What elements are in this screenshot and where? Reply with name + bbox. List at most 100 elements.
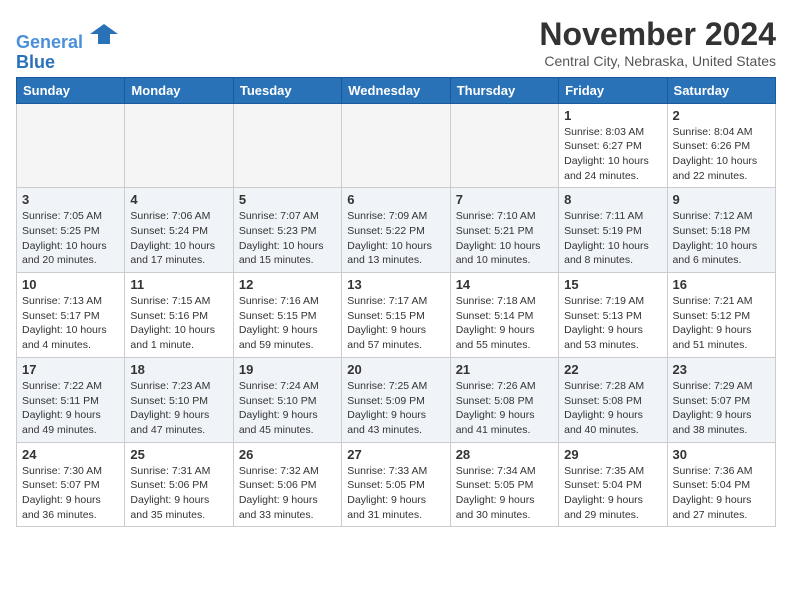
calendar-cell: 20 Sunrise: 7:25 AMSunset: 5:09 PMDayligh… xyxy=(342,357,450,442)
calendar-cell: 6 Sunrise: 7:09 AMSunset: 5:22 PMDaylight… xyxy=(342,188,450,273)
weekday-header-friday: Friday xyxy=(559,77,667,103)
day-info: Sunrise: 7:26 AMSunset: 5:08 PMDaylight:… xyxy=(456,379,553,438)
weekday-header-tuesday: Tuesday xyxy=(233,77,341,103)
day-number: 6 xyxy=(347,192,444,207)
day-info: Sunrise: 7:33 AMSunset: 5:05 PMDaylight:… xyxy=(347,464,444,523)
calendar-cell: 30 Sunrise: 7:36 AMSunset: 5:04 PMDayligh… xyxy=(667,442,775,527)
calendar-cell xyxy=(233,103,341,188)
day-info: Sunrise: 7:23 AMSunset: 5:10 PMDaylight:… xyxy=(130,379,227,438)
calendar-cell: 11 Sunrise: 7:15 AMSunset: 5:16 PMDayligh… xyxy=(125,273,233,358)
day-number: 27 xyxy=(347,447,444,462)
day-info: Sunrise: 7:15 AMSunset: 5:16 PMDaylight:… xyxy=(130,294,227,353)
day-info: Sunrise: 7:32 AMSunset: 5:06 PMDaylight:… xyxy=(239,464,336,523)
week-row-5: 24 Sunrise: 7:30 AMSunset: 5:07 PMDayligh… xyxy=(17,442,776,527)
day-number: 5 xyxy=(239,192,336,207)
day-number: 7 xyxy=(456,192,553,207)
day-number: 9 xyxy=(673,192,770,207)
day-info: Sunrise: 7:06 AMSunset: 5:24 PMDaylight:… xyxy=(130,209,227,268)
day-number: 3 xyxy=(22,192,119,207)
weekday-header-sunday: Sunday xyxy=(17,77,125,103)
calendar-cell: 17Sunrise: 7:22 AMSunset: 5:11 PMDayligh… xyxy=(17,357,125,442)
calendar-cell: 21 Sunrise: 7:26 AMSunset: 5:08 PMDayligh… xyxy=(450,357,558,442)
day-info: Sunrise: 7:09 AMSunset: 5:22 PMDaylight:… xyxy=(347,209,444,268)
weekday-header-monday: Monday xyxy=(125,77,233,103)
day-number: 18 xyxy=(130,362,227,377)
logo-bird-icon xyxy=(90,20,118,48)
day-number: 1 xyxy=(564,108,661,123)
day-info: Sunrise: 7:19 AMSunset: 5:13 PMDaylight:… xyxy=(564,294,661,353)
day-number: 4 xyxy=(130,192,227,207)
calendar-cell: 16 Sunrise: 7:21 AMSunset: 5:12 PMDayligh… xyxy=(667,273,775,358)
calendar-cell: 3 Sunrise: 7:05 AMSunset: 5:25 PMDaylight… xyxy=(17,188,125,273)
calendar-cell: 15Sunrise: 7:19 AMSunset: 5:13 PMDayligh… xyxy=(559,273,667,358)
day-info: Sunrise: 7:10 AMSunset: 5:21 PMDaylight:… xyxy=(456,209,553,268)
calendar-cell: 28 Sunrise: 7:34 AMSunset: 5:05 PMDayligh… xyxy=(450,442,558,527)
calendar-cell: 8Sunrise: 7:11 AMSunset: 5:19 PMDaylight… xyxy=(559,188,667,273)
calendar-cell: 24 Sunrise: 7:30 AMSunset: 5:07 PMDayligh… xyxy=(17,442,125,527)
day-number: 22 xyxy=(564,362,661,377)
day-number: 24 xyxy=(22,447,119,462)
day-info: Sunrise: 7:05 AMSunset: 5:25 PMDaylight:… xyxy=(22,209,119,268)
calendar-cell: 27 Sunrise: 7:33 AMSunset: 5:05 PMDayligh… xyxy=(342,442,450,527)
day-number: 29 xyxy=(564,447,661,462)
calendar-cell: 18 Sunrise: 7:23 AMSunset: 5:10 PMDayligh… xyxy=(125,357,233,442)
day-info: Sunrise: 7:25 AMSunset: 5:09 PMDaylight:… xyxy=(347,379,444,438)
calendar-cell xyxy=(342,103,450,188)
calendar-cell xyxy=(17,103,125,188)
day-number: 26 xyxy=(239,447,336,462)
weekday-header-row: SundayMondayTuesdayWednesdayThursdayFrid… xyxy=(17,77,776,103)
logo-general: General xyxy=(16,32,83,52)
day-info: Sunrise: 7:21 AMSunset: 5:12 PMDaylight:… xyxy=(673,294,770,353)
calendar-cell: 12Sunrise: 7:16 AMSunset: 5:15 PMDayligh… xyxy=(233,273,341,358)
calendar-cell: 9 Sunrise: 7:12 AMSunset: 5:18 PMDaylight… xyxy=(667,188,775,273)
day-number: 11 xyxy=(130,277,227,292)
calendar-cell: 13 Sunrise: 7:17 AMSunset: 5:15 PMDayligh… xyxy=(342,273,450,358)
calendar-cell: 5 Sunrise: 7:07 AMSunset: 5:23 PMDaylight… xyxy=(233,188,341,273)
day-number: 25 xyxy=(130,447,227,462)
day-info: Sunrise: 7:24 AMSunset: 5:10 PMDaylight:… xyxy=(239,379,336,438)
calendar-body: 1 Sunrise: 8:03 AMSunset: 6:27 PMDaylight… xyxy=(17,103,776,527)
day-number: 16 xyxy=(673,277,770,292)
day-number: 20 xyxy=(347,362,444,377)
day-number: 19 xyxy=(239,362,336,377)
day-number: 13 xyxy=(347,277,444,292)
day-info: Sunrise: 7:12 AMSunset: 5:18 PMDaylight:… xyxy=(673,209,770,268)
logo: General Blue xyxy=(16,20,118,73)
calendar-cell: 19 Sunrise: 7:24 AMSunset: 5:10 PMDayligh… xyxy=(233,357,341,442)
day-info: Sunrise: 7:17 AMSunset: 5:15 PMDaylight:… xyxy=(347,294,444,353)
calendar-cell: 25Sunrise: 7:31 AMSunset: 5:06 PMDayligh… xyxy=(125,442,233,527)
day-number: 21 xyxy=(456,362,553,377)
header: General Blue November 2024 Central City,… xyxy=(16,16,776,73)
weekday-header-wednesday: Wednesday xyxy=(342,77,450,103)
week-row-4: 17Sunrise: 7:22 AMSunset: 5:11 PMDayligh… xyxy=(17,357,776,442)
day-info: Sunrise: 7:28 AMSunset: 5:08 PMDaylight:… xyxy=(564,379,661,438)
day-info: Sunrise: 7:13 AMSunset: 5:17 PMDaylight:… xyxy=(22,294,119,353)
day-number: 14 xyxy=(456,277,553,292)
day-number: 28 xyxy=(456,447,553,462)
day-number: 12 xyxy=(239,277,336,292)
day-info: Sunrise: 7:07 AMSunset: 5:23 PMDaylight:… xyxy=(239,209,336,268)
calendar-cell xyxy=(125,103,233,188)
month-title: November 2024 xyxy=(539,16,776,53)
day-info: Sunrise: 7:29 AMSunset: 5:07 PMDaylight:… xyxy=(673,379,770,438)
calendar-cell: 1 Sunrise: 8:03 AMSunset: 6:27 PMDaylight… xyxy=(559,103,667,188)
day-info: Sunrise: 7:34 AMSunset: 5:05 PMDaylight:… xyxy=(456,464,553,523)
day-number: 30 xyxy=(673,447,770,462)
day-number: 8 xyxy=(564,192,661,207)
day-info: Sunrise: 7:30 AMSunset: 5:07 PMDaylight:… xyxy=(22,464,119,523)
title-area: November 2024 Central City, Nebraska, Un… xyxy=(539,16,776,69)
weekday-header-thursday: Thursday xyxy=(450,77,558,103)
day-info: Sunrise: 7:18 AMSunset: 5:14 PMDaylight:… xyxy=(456,294,553,353)
day-number: 23 xyxy=(673,362,770,377)
calendar-cell: 2Sunrise: 8:04 AMSunset: 6:26 PMDaylight… xyxy=(667,103,775,188)
logo-blue: Blue xyxy=(16,52,55,72)
calendar-cell: 29Sunrise: 7:35 AMSunset: 5:04 PMDayligh… xyxy=(559,442,667,527)
day-number: 10 xyxy=(22,277,119,292)
day-info: Sunrise: 8:03 AMSunset: 6:27 PMDaylight:… xyxy=(564,125,661,184)
calendar-cell: 26 Sunrise: 7:32 AMSunset: 5:06 PMDayligh… xyxy=(233,442,341,527)
day-number: 2 xyxy=(673,108,770,123)
calendar-cell: 23 Sunrise: 7:29 AMSunset: 5:07 PMDayligh… xyxy=(667,357,775,442)
calendar-table: SundayMondayTuesdayWednesdayThursdayFrid… xyxy=(16,77,776,528)
location: Central City, Nebraska, United States xyxy=(539,53,776,69)
day-info: Sunrise: 7:36 AMSunset: 5:04 PMDaylight:… xyxy=(673,464,770,523)
